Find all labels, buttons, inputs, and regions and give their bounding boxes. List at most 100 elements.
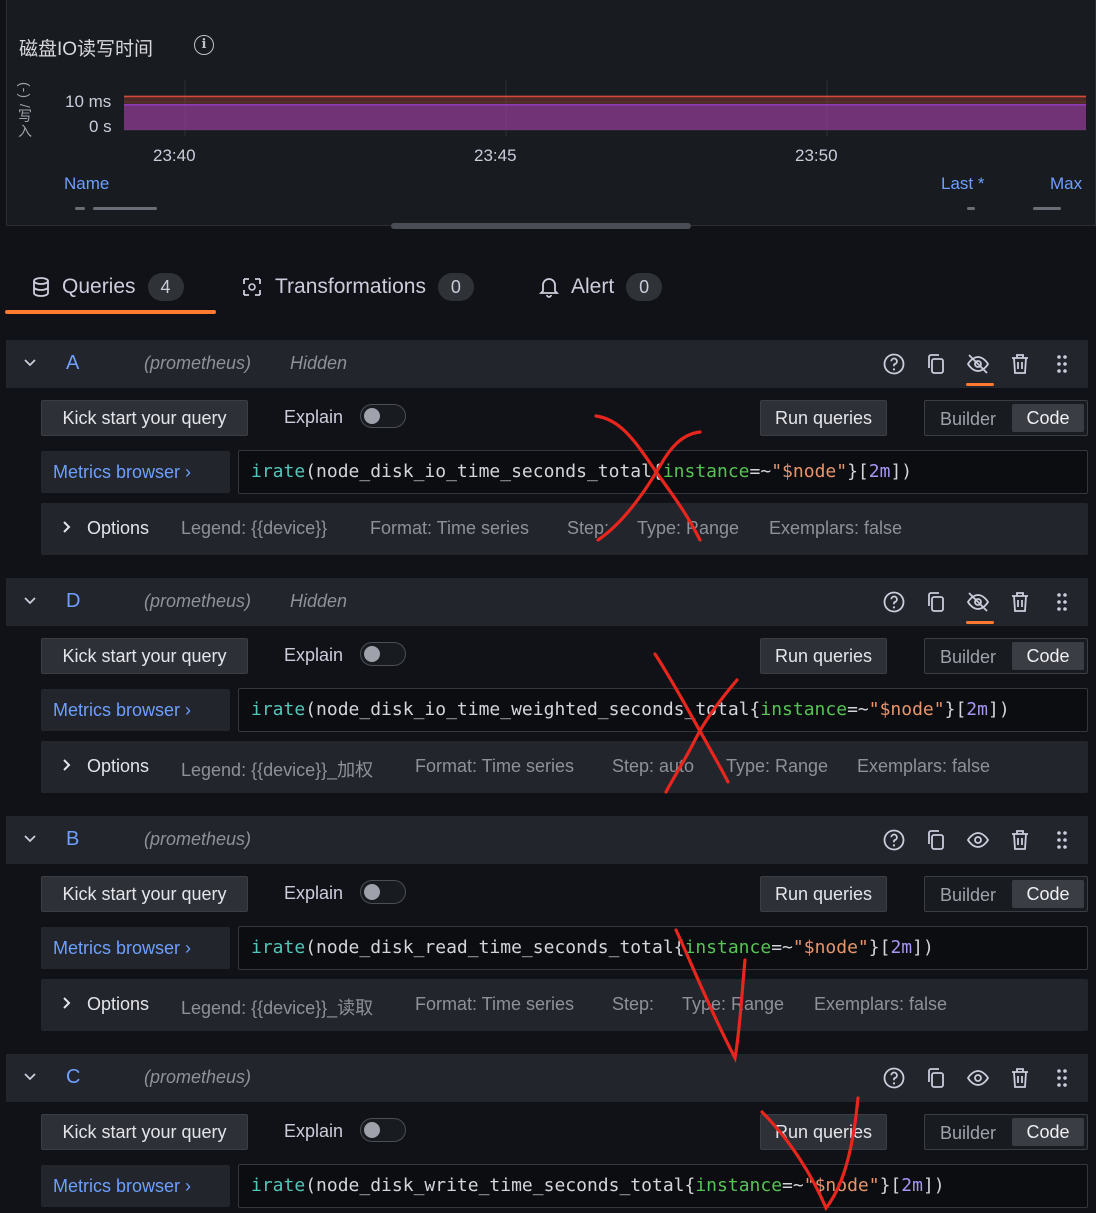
option-summary-item: Step: [567, 518, 610, 538]
legend-header-name[interactable]: Name [64, 174, 109, 194]
horizontal-scrollbar[interactable] [391, 223, 691, 229]
drag-handle-icon[interactable] [1050, 590, 1074, 614]
x-tick-label: 23:45 [474, 146, 517, 165]
help-icon[interactable] [882, 1066, 906, 1090]
option-summary-item: Legend: {{device}}_读取 [181, 998, 374, 1018]
explain-label: Explain [284, 1121, 344, 1141]
query-ref-id[interactable]: A [66, 352, 79, 375]
builder-mode-option[interactable]: Builder [940, 647, 996, 668]
builder-mode-option[interactable]: Builder [940, 885, 996, 906]
eye-icon[interactable] [966, 1066, 990, 1090]
options-label: Options [87, 994, 150, 1014]
query-ref-id[interactable]: D [66, 590, 80, 613]
tab-label: Queries [62, 275, 136, 298]
metrics-browser-label: Metrics browser [53, 462, 181, 482]
help-icon[interactable] [882, 590, 906, 614]
drag-handle-icon[interactable] [1050, 352, 1074, 376]
metrics-browser-button[interactable]: Metrics browser › [41, 689, 230, 731]
duplicate-query-icon[interactable] [924, 352, 948, 376]
trash-icon[interactable] [1008, 828, 1032, 852]
explain-label: Explain [284, 407, 344, 427]
tab-queries[interactable]: Queries 4 [32, 270, 184, 304]
chevron-down-icon[interactable] [22, 592, 38, 613]
code-mode-option[interactable]: Code [1012, 880, 1084, 908]
kick-start-query-button[interactable]: Kick start your query [41, 638, 248, 674]
metrics-browser-button[interactable]: Metrics browser › [41, 451, 230, 493]
kick-start-query-button[interactable]: Kick start your query [41, 400, 248, 436]
tab-count-badge: 4 [147, 273, 184, 301]
help-icon[interactable] [882, 352, 906, 376]
option-summary-item: Format: Time series [415, 994, 575, 1014]
series-area [124, 104, 1086, 130]
x-tick-label: 23:50 [795, 146, 838, 165]
y-tick-label: 0 s [89, 117, 112, 136]
drag-handle-icon[interactable] [1050, 1066, 1074, 1090]
query-ref-id[interactable]: B [66, 828, 79, 851]
chevron-right-icon [61, 518, 87, 539]
eye-icon[interactable] [966, 828, 990, 852]
help-icon[interactable] [882, 828, 906, 852]
explain-toggle[interactable] [360, 1118, 406, 1142]
query-ref-id[interactable]: C [66, 1066, 80, 1089]
eye-slash-icon[interactable] [966, 352, 994, 386]
chevron-down-icon[interactable] [22, 1068, 38, 1089]
query-options-row[interactable]: Options Legend: {{device}} Format: Time se… [41, 503, 1088, 555]
option-summary-item: Legend: {{device}}_加权 [181, 760, 374, 780]
run-queries-button[interactable]: Run queries [760, 876, 887, 912]
duplicate-query-icon[interactable] [924, 1066, 948, 1090]
chevron-down-icon[interactable] [22, 354, 38, 375]
promql-editor[interactable]: irate(node_disk_write_time_seconds_total… [238, 1164, 1088, 1208]
kick-start-query-button[interactable]: Kick start your query [41, 876, 248, 912]
hidden-label: Hidden [290, 591, 348, 611]
promql-editor[interactable]: irate(node_disk_read_time_seconds_total{… [238, 926, 1088, 970]
builder-mode-option[interactable]: Builder [940, 409, 996, 430]
builder-mode-option[interactable]: Builder [940, 1123, 996, 1144]
duplicate-query-icon[interactable] [924, 590, 948, 614]
bell-icon [539, 278, 559, 298]
option-summary-item: Type: Range [726, 756, 829, 776]
option-summary-item: Step: auto [612, 756, 695, 776]
chevron-down-icon[interactable] [22, 830, 38, 851]
explain-toggle[interactable] [360, 642, 406, 666]
metrics-browser-label: Metrics browser [53, 1176, 181, 1196]
kick-start-query-button[interactable]: Kick start your query [41, 1114, 248, 1150]
legend-header-last[interactable]: Last * [941, 174, 984, 194]
editor-mode-switch: Builder Code [924, 876, 1088, 912]
option-summary-item: Type: Range [637, 518, 740, 538]
info-icon[interactable]: i [194, 35, 214, 55]
option-summary-item: Format: Time series [370, 518, 530, 538]
metrics-browser-button[interactable]: Metrics browser › [41, 1165, 230, 1207]
code-mode-option[interactable]: Code [1012, 642, 1084, 670]
tab-alert[interactable]: Alert 0 [539, 270, 663, 304]
eye-slash-icon[interactable] [966, 590, 994, 624]
explain-toggle[interactable] [360, 404, 406, 428]
active-tab-indicator [5, 310, 216, 314]
timeseries-plot[interactable] [124, 80, 1086, 136]
legend-header-max[interactable]: Max [1050, 174, 1082, 194]
panel-preview: 磁盘IO读写时间 i (-) /写入 10 ms 0 s 23:40 23:45… [6, 0, 1096, 226]
query-header-c: C (prometheus) [6, 1054, 1088, 1102]
panel-title: 磁盘IO读写时间 [19, 39, 154, 60]
code-mode-option[interactable]: Code [1012, 1118, 1084, 1146]
tab-count-badge: 0 [437, 273, 474, 301]
run-queries-button[interactable]: Run queries [760, 1114, 887, 1150]
tab-count-badge: 0 [626, 273, 663, 301]
option-summary-item: Legend: {{device}} [181, 518, 328, 538]
trash-icon[interactable] [1008, 590, 1032, 614]
option-summary-item: Exemplars: false [769, 518, 903, 538]
metrics-browser-button[interactable]: Metrics browser › [41, 927, 230, 969]
explain-toggle[interactable] [360, 880, 406, 904]
run-queries-button[interactable]: Run queries [760, 400, 887, 436]
trash-icon[interactable] [1008, 1066, 1032, 1090]
drag-handle-icon[interactable] [1050, 828, 1074, 852]
query-options-row[interactable]: Options Legend: {{device}}_读取 Format: Time… [41, 979, 1088, 1031]
promql-editor[interactable]: irate(node_disk_io_time_seconds_total{in… [238, 450, 1088, 494]
trash-icon[interactable] [1008, 352, 1032, 376]
transform-icon [243, 278, 261, 296]
code-mode-option[interactable]: Code [1012, 404, 1084, 432]
promql-editor[interactable]: irate(node_disk_io_time_weighted_seconds… [238, 688, 1088, 732]
duplicate-query-icon[interactable] [924, 828, 948, 852]
run-queries-button[interactable]: Run queries [760, 638, 887, 674]
query-options-row[interactable]: Options Legend: {{device}}_加权 Format: Time… [41, 741, 1088, 793]
tab-transformations[interactable]: Transformations 0 [241, 270, 474, 304]
